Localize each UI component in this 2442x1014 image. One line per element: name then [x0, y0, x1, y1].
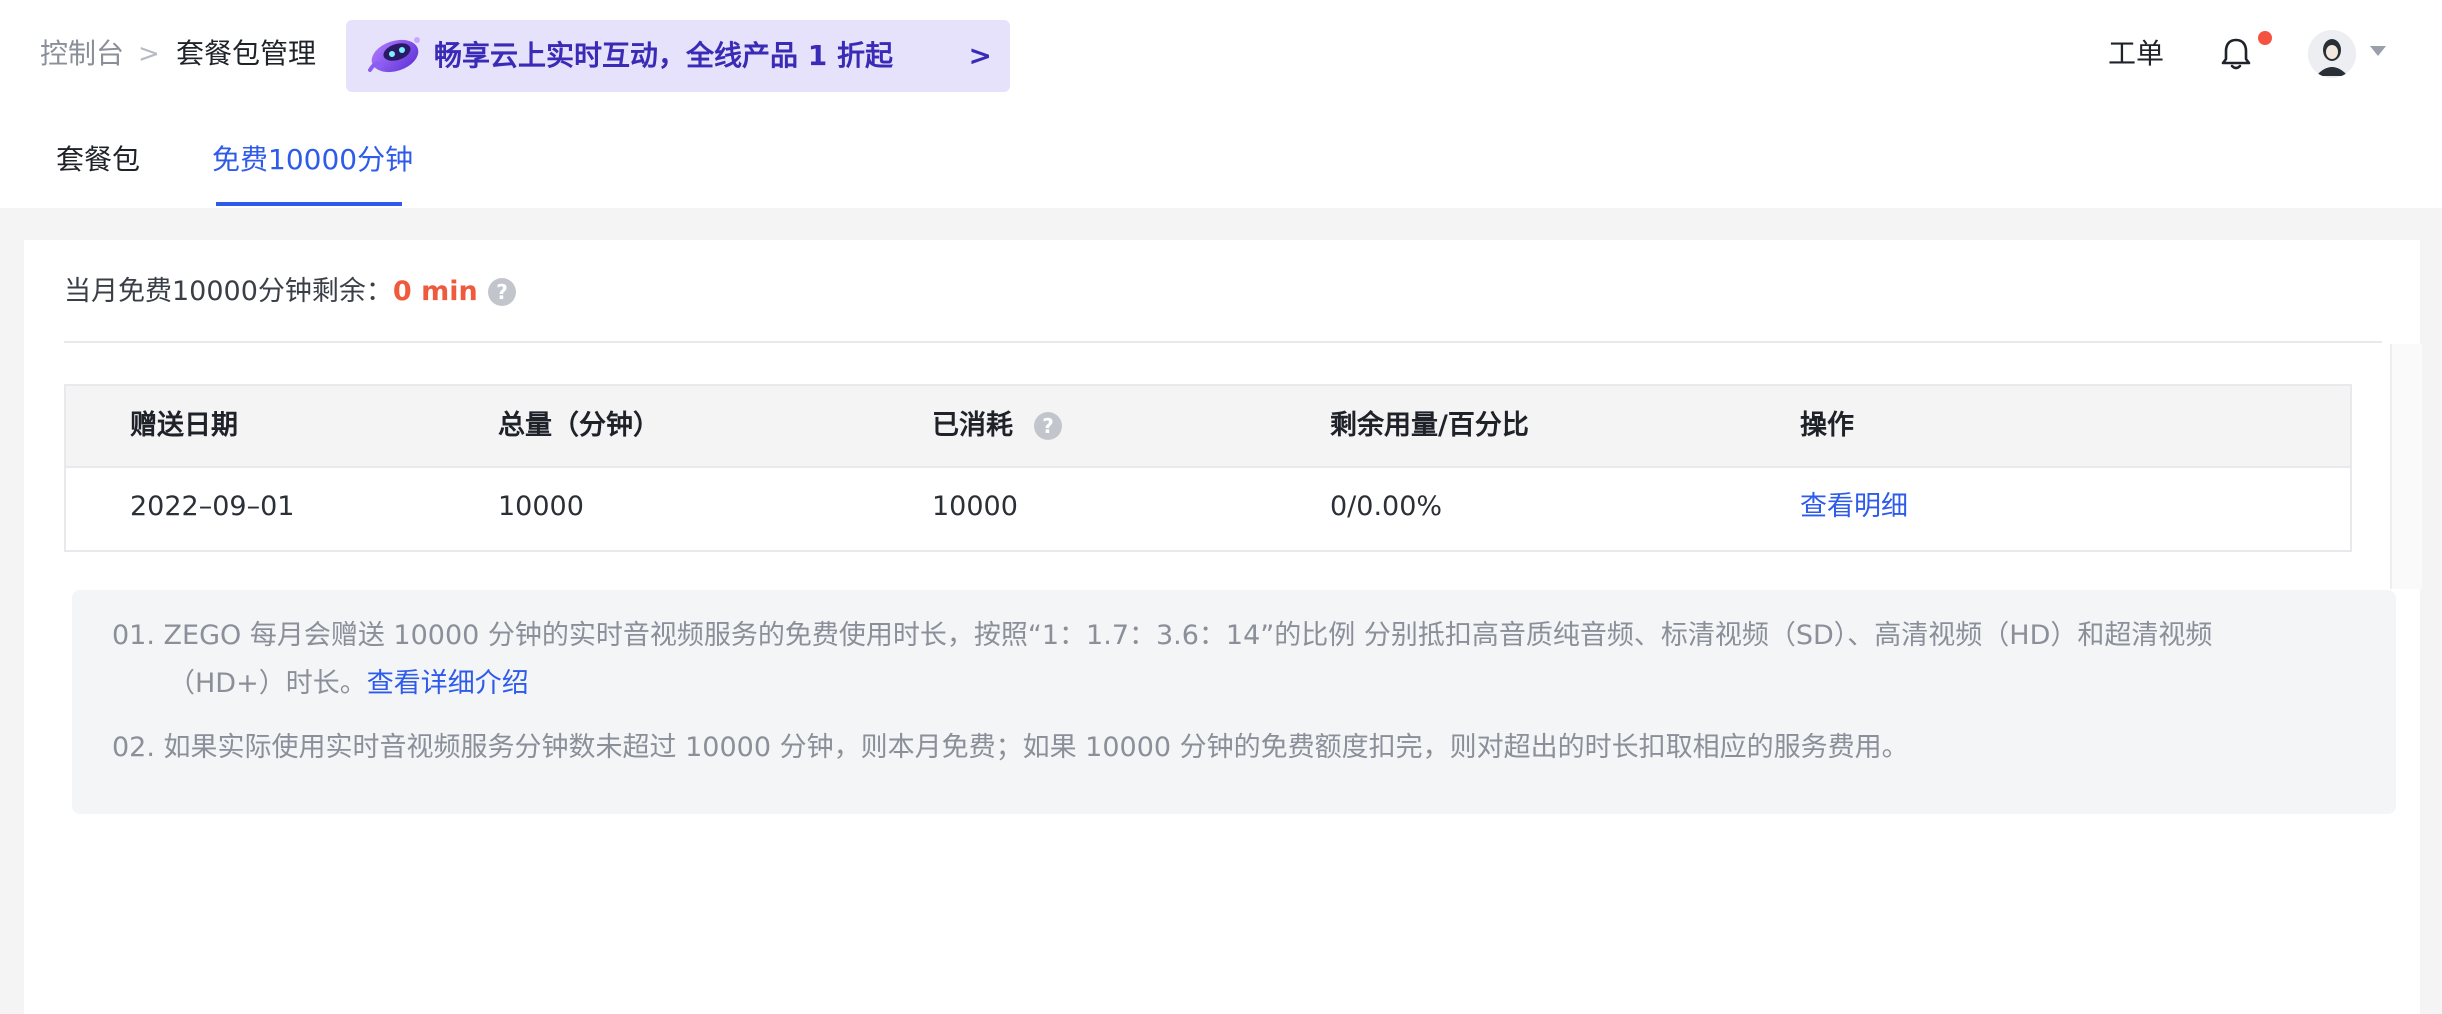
active-tab-indicator	[216, 202, 402, 206]
robot-mascot-icon	[368, 37, 420, 73]
avatar-icon[interactable]	[2308, 30, 2356, 78]
view-detail-link[interactable]: 查看明细	[1800, 487, 1908, 527]
user-avatar-icon	[2308, 30, 2356, 78]
ticket-link[interactable]: 工单	[2108, 34, 2164, 74]
help-icon[interactable]: ?	[1034, 412, 1062, 440]
note-2: 02. 如果实际使用实时音视频服务分钟数未超过 10000 分钟，则本月免费；如…	[112, 732, 1909, 763]
column-header-action: 操作	[1800, 410, 1854, 441]
promo-banner[interactable]: 畅享云上实时互动，全线产品 1 折起 >	[346, 20, 1010, 92]
scrollbar[interactable]	[2390, 344, 2422, 589]
detail-intro-link[interactable]: 查看详细介绍	[367, 668, 529, 699]
column-header-consumed: 已消耗	[932, 410, 1013, 441]
note-1: 01. ZEGO 每月会赠送 10000 分钟的实时音视频服务的免费使用时长，按…	[112, 620, 2213, 651]
bell-icon[interactable]	[2216, 34, 2256, 74]
note-1-continuation: （HD+）时长。查看详细介绍	[168, 660, 529, 708]
column-header-date: 赠送日期	[130, 410, 238, 441]
tab-free-minutes[interactable]: 免费10000分钟	[212, 140, 413, 180]
breadcrumb-separator-icon: >	[138, 39, 160, 69]
gift-table: 赠送日期 总量（分钟） 已消耗 ? 剩余用量/百分比 操作 2022–09–01…	[64, 384, 2352, 552]
notes-box: 01. ZEGO 每月会赠送 10000 分钟的实时音视频服务的免费使用时长，按…	[72, 590, 2396, 814]
cell-consumed: 10000	[932, 491, 1018, 522]
cell-total: 10000	[498, 491, 584, 522]
tab-package[interactable]: 套餐包	[56, 140, 140, 180]
breadcrumb-root-link[interactable]: 控制台	[40, 34, 124, 74]
top-header: 控制台 > 套餐包管理 畅享云上实时互动，全线产品 1 折起 > 工单 套餐包 …	[0, 0, 2442, 208]
remaining-value: 0 min	[392, 276, 478, 307]
chevron-down-icon[interactable]	[2370, 46, 2386, 56]
help-icon[interactable]: ?	[488, 278, 516, 306]
remaining-label: 当月免费10000分钟剩余：	[64, 276, 393, 307]
breadcrumb-current: 套餐包管理	[176, 37, 317, 70]
content-card: 当月免费10000分钟剩余：0 min ? 赠送日期 总量（分钟） 已消耗 ? …	[24, 240, 2422, 1014]
note-1-tail: （HD+）时长。	[168, 668, 367, 699]
column-header-remaining: 剩余用量/百分比	[1330, 410, 1529, 441]
column-header-total: 总量（分钟）	[498, 410, 660, 441]
table-header: 赠送日期 总量（分钟） 已消耗 ? 剩余用量/百分比 操作	[66, 386, 2350, 468]
divider	[64, 341, 2382, 343]
notification-dot	[2258, 31, 2272, 45]
remaining-summary: 当月免费10000分钟剩余：0 min	[64, 272, 478, 312]
cell-date: 2022–09–01	[130, 491, 295, 522]
promo-text: 畅享云上实时互动，全线产品 1 折起	[434, 39, 893, 72]
cell-remaining: 0/0.00%	[1330, 491, 1443, 522]
promo-arrow-icon: >	[968, 39, 992, 72]
